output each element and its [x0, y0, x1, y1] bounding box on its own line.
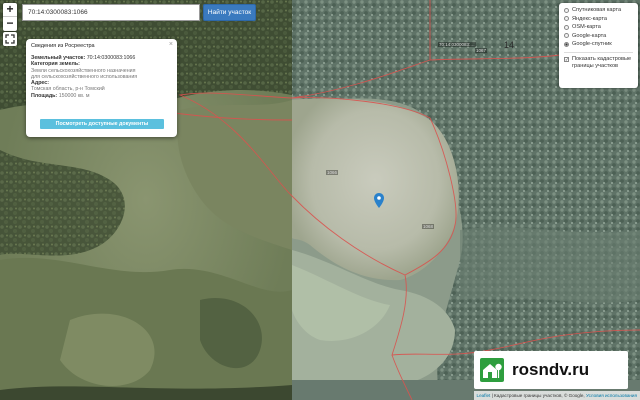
logo-text: rosndv.ru: [512, 360, 590, 379]
checkbox-checked-icon[interactable]: ✓: [564, 56, 569, 62]
radio-selected-icon[interactable]: [564, 41, 569, 47]
overlay-label: Показать кадастровые границы участков: [572, 55, 632, 69]
zoom-in-button[interactable]: +: [3, 3, 17, 17]
area-row: Площадь: 150000 кв. м: [31, 93, 172, 99]
radio-icon[interactable]: [564, 33, 569, 39]
house-tree-icon: [480, 358, 504, 382]
parcel-label: 1066: [326, 170, 339, 175]
attribution-text: | Кадастровые границы участков, © Google…: [490, 393, 586, 398]
layer-option[interactable]: OSM-карта: [564, 23, 633, 32]
layer-label: Спутниковая карта: [572, 7, 622, 14]
cadastral-value: 70:14:0300083:1066: [86, 55, 136, 61]
divider: [564, 51, 633, 53]
radio-icon[interactable]: [564, 16, 569, 22]
radio-icon[interactable]: [564, 24, 569, 30]
terms-link[interactable]: Условия использования: [586, 393, 637, 398]
parcel-label: 1068: [422, 224, 435, 229]
layer-option[interactable]: Google-карта: [564, 32, 633, 41]
map-attribution: Leaflet | Кадастровые границы участков, …: [473, 391, 640, 400]
search-bar: Найти участок: [22, 4, 256, 21]
layer-label: Google-карта: [572, 32, 607, 39]
parcel-label: 70:14:0300083:…: [438, 42, 476, 47]
parcel-info-popup: × Сведения из Росреестра Земельный участ…: [26, 39, 177, 137]
leaflet-link[interactable]: Leaflet: [477, 393, 491, 398]
search-input[interactable]: [22, 4, 200, 21]
cadastral-overlay-toggle[interactable]: ✓ Показать кадастровые границы участков: [564, 56, 633, 70]
radio-icon[interactable]: [564, 7, 569, 13]
layer-switcher: Спутниковая карта Яндекс-карта OSM-карта…: [559, 3, 638, 88]
view-documents-button[interactable]: Посмотреть доступные документы: [40, 119, 164, 129]
zoom-out-button[interactable]: −: [3, 17, 17, 31]
area-label: Площадь:: [31, 92, 58, 99]
fullscreen-button[interactable]: [3, 32, 17, 46]
layer-label: Яндекс-карта: [572, 15, 607, 22]
layer-option[interactable]: Яндекс-карта: [564, 15, 633, 24]
layer-option[interactable]: Google-спутник: [564, 40, 633, 49]
map-marker-icon[interactable]: [374, 193, 384, 208]
layer-label: Google-спутник: [572, 41, 612, 48]
find-parcel-button[interactable]: Найти участок: [203, 4, 256, 21]
layer-option[interactable]: Спутниковая карта: [564, 6, 633, 15]
layer-label: OSM-карта: [572, 24, 601, 31]
fullscreen-icon: [5, 34, 15, 44]
close-icon[interactable]: ×: [169, 41, 173, 48]
parcel-label: 1067: [475, 48, 488, 53]
rosndv-logo: rosndv.ru: [474, 351, 628, 389]
parcel-label: 14: [504, 40, 515, 50]
cadastral-label: Земельный участок:: [31, 55, 86, 61]
area-value: 150000 кв. м: [58, 92, 90, 99]
popup-title: Сведения из Росреестра: [31, 43, 95, 49]
zoom-control: + −: [3, 3, 17, 31]
